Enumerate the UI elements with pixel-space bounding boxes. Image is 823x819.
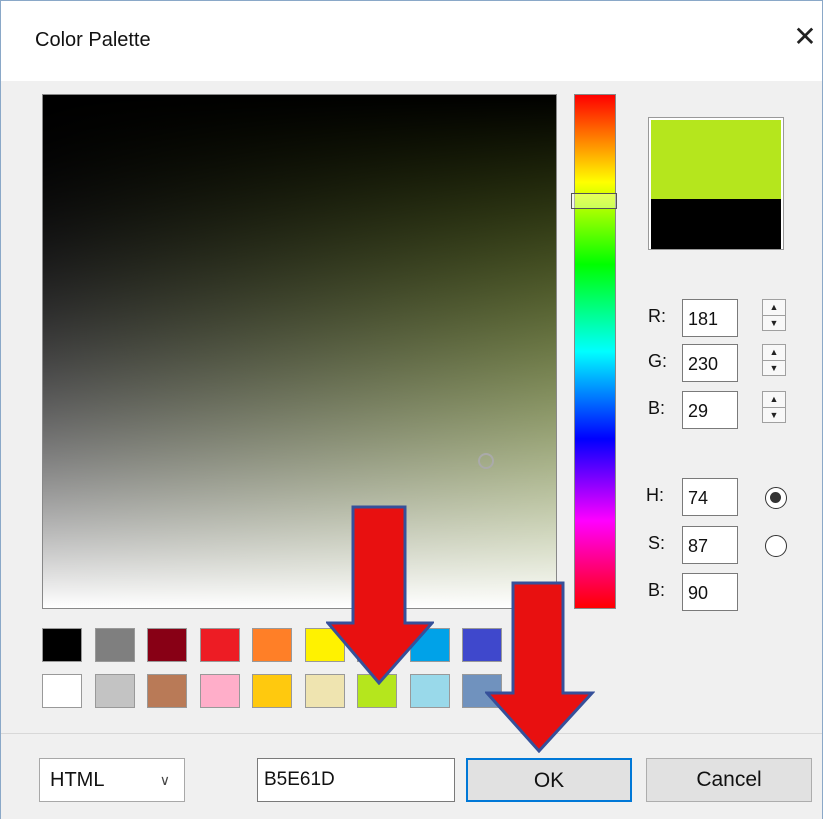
color-swatch[interactable] [42,628,82,662]
hex-input[interactable]: B5E61D [257,758,455,802]
blue-spinner[interactable]: ▲ ▼ [762,391,786,423]
color-swatch[interactable] [252,628,292,662]
format-select[interactable]: HTML ∨ [39,758,185,802]
s-label: S: [648,533,666,553]
color-preview [648,117,784,250]
annotation-arrow-ok [485,581,595,753]
red-spinner[interactable]: ▲ ▼ [762,299,786,331]
chevron-down-icon: ∨ [159,772,170,788]
brightness-label: B: [648,580,666,600]
previous-color-swatch [651,199,781,249]
saturation-radio[interactable] [765,535,787,557]
saturation-brightness-area[interactable] [42,94,557,609]
format-value: HTML [50,769,105,791]
hue-input[interactable]: 74 [682,478,738,516]
color-swatch[interactable] [94,628,135,662]
spin-up-icon[interactable]: ▲ [763,345,785,361]
color-swatch[interactable] [199,674,240,708]
color-picker-cursor[interactable] [478,453,494,469]
spin-up-icon[interactable]: ▲ [763,300,785,316]
g-label: G: [648,351,668,371]
hue-slider[interactable] [574,94,616,609]
spin-up-icon[interactable]: ▲ [763,392,785,408]
blue-input[interactable]: 29 [682,391,738,429]
ok-button[interactable]: OK [466,758,632,802]
color-swatch[interactable] [252,674,292,708]
color-swatch[interactable] [199,628,240,662]
color-swatch[interactable] [94,674,135,708]
brightness-input[interactable]: 90 [682,573,738,611]
new-color-swatch [651,120,781,199]
title-bar: Color Palette ✕ [1,1,822,81]
color-palette-dialog: Color Palette ✕ R: 181 ▲ ▼ G: 230 ▲ ▼ B: 2… [0,0,823,819]
saturation-input[interactable]: 87 [682,526,738,564]
close-icon[interactable]: ✕ [789,21,821,53]
hue-radio[interactable] [765,487,787,509]
cancel-button[interactable]: Cancel [646,758,812,802]
b-label: B: [648,398,666,418]
color-swatch[interactable] [147,674,187,708]
green-input[interactable]: 230 [682,344,738,382]
spin-down-icon[interactable]: ▼ [763,316,785,331]
color-swatch[interactable] [147,628,187,662]
annotation-arrow-swatch [326,505,434,685]
spin-down-icon[interactable]: ▼ [763,408,785,423]
h-label: H: [646,485,664,505]
green-spinner[interactable]: ▲ ▼ [762,344,786,376]
hue-slider-thumb[interactable] [571,193,617,209]
spin-down-icon[interactable]: ▼ [763,361,785,376]
color-swatch[interactable] [42,674,82,708]
red-input[interactable]: 181 [682,299,738,337]
dialog-title: Color Palette [35,29,151,51]
r-label: R: [648,306,666,326]
